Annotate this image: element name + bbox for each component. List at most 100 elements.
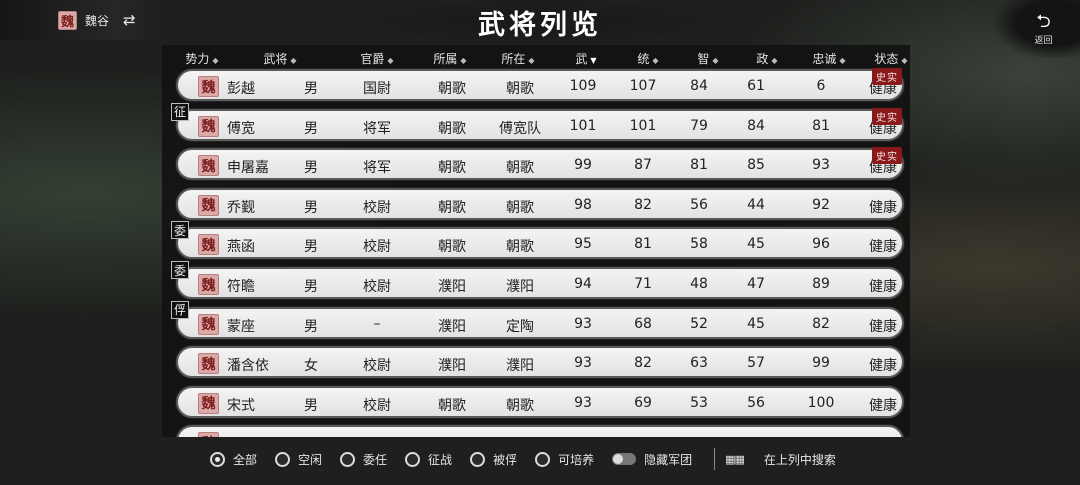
- cell-belong: 朝歌: [438, 397, 466, 414]
- general-name: 乔觐: [227, 199, 255, 216]
- column-header-9[interactable]: 忠诚 ◆: [812, 50, 845, 67]
- filter-label: 征战: [428, 452, 453, 467]
- cell-loyalty: 81: [812, 117, 830, 134]
- faction-seal-icon: 魏: [198, 234, 219, 256]
- faction-seal-icon: 魏: [198, 115, 219, 137]
- column-header-10[interactable]: 状态 ◆: [874, 50, 907, 67]
- cell-zheng: 56: [747, 394, 765, 411]
- cell-zhi: 58: [690, 236, 708, 253]
- cell-gender: 女: [304, 358, 318, 375]
- cell-zheng: 84: [747, 117, 765, 134]
- cell-belong: 朝歌: [438, 120, 466, 137]
- status-tag-icon: 俘: [171, 300, 189, 319]
- cell-wu: 98: [574, 196, 592, 213]
- cell-location: 濮阳: [506, 279, 534, 295]
- general-name: 符瞻: [227, 279, 255, 295]
- cell-gender: 男: [304, 160, 318, 177]
- column-header-label: 状态: [874, 52, 899, 66]
- general-row[interactable]: 魏燕函 男 校尉 朝歌 朝歌 95 81 58 45 96 健康: [176, 227, 904, 260]
- sort-indicator-icon: ◆: [528, 56, 535, 65]
- back-button[interactable]: ⮌ 返回: [995, 0, 1080, 58]
- column-header-2[interactable]: 官爵 ◆: [360, 50, 393, 67]
- column-header-label: 势力: [185, 52, 210, 66]
- general-row[interactable]: 魏宋式 男 校尉 朝歌 朝歌 93 69 53 56 100 健康: [176, 385, 904, 418]
- general-row[interactable]: 魏潘含依 女 校尉 濮阳 濮阳 93 82 63 57 99 健康: [176, 346, 904, 379]
- column-header-6[interactable]: 统 ◆: [637, 50, 658, 67]
- hide-legion-toggle[interactable]: 隐藏军团: [612, 451, 692, 468]
- cell-wu: 109: [569, 78, 597, 94]
- filter-label: 全部: [233, 452, 258, 467]
- cell-belong: 朝歌: [438, 239, 466, 256]
- column-header-label: 忠诚: [812, 52, 837, 66]
- filter-option[interactable]: 空闲: [275, 451, 322, 468]
- general-row[interactable]: 魏符瞻 男 校尉 濮阳 濮阳 94 71 48 47 89 健康: [176, 267, 904, 299]
- radio-button-icon[interactable]: [470, 451, 486, 467]
- column-header-3[interactable]: 所属 ◆: [433, 50, 466, 67]
- cell-rank: 国尉: [363, 81, 391, 97]
- cell-belong: 朝歌: [438, 81, 466, 97]
- cell-loyalty: 6: [816, 78, 826, 94]
- filter-option[interactable]: 全部: [210, 451, 257, 468]
- general-row[interactable]: 魏申屠嘉男将军 朝歌 朝歌 99 87 81 85 93 健康 史实: [176, 147, 904, 181]
- historical-badge: 史实: [872, 107, 902, 125]
- radio-button-icon[interactable]: [535, 451, 551, 467]
- cell-rank: 校尉: [363, 358, 391, 375]
- general-row[interactable]: 魏傅宽男将军 朝歌 傅宽队 101 101 79 84 81 健康 史实: [176, 107, 904, 141]
- sort-indicator-icon: ◆: [460, 56, 467, 65]
- sort-indicator-icon: ◆: [212, 56, 219, 65]
- faction-name: 魏谷: [85, 13, 110, 28]
- cell-wu: 94: [574, 276, 592, 292]
- column-header-7[interactable]: 智 ◆: [697, 50, 718, 67]
- sort-indicator-icon: ◆: [712, 56, 719, 65]
- historical-badge: 史实: [872, 68, 902, 85]
- filter-option[interactable]: 征战: [405, 451, 452, 468]
- column-header-4[interactable]: 所在 ◆: [501, 50, 534, 67]
- cell-location: 濮阳: [506, 358, 534, 375]
- cell-tong: 87: [634, 157, 652, 174]
- radio-button-icon[interactable]: [275, 451, 291, 467]
- cell-status: 健康: [869, 239, 897, 256]
- cell-status: 健康: [869, 358, 897, 375]
- cell-tong: 82: [634, 196, 652, 213]
- cell-belong: 濮阳: [438, 358, 466, 375]
- radio-button-icon[interactable]: [405, 451, 421, 467]
- toggle-switch-icon[interactable]: [612, 453, 637, 465]
- general-row[interactable]: 魏乔觐 男 校尉 朝歌 朝歌 98 82 56 44 92 健康: [176, 187, 904, 220]
- filter-option[interactable]: 被俘: [470, 451, 517, 468]
- general-name: 蒙座: [227, 318, 255, 335]
- cell-zhi: 56: [690, 196, 708, 213]
- column-header-0[interactable]: 势力 ◆: [185, 50, 218, 67]
- cell-status: 健康: [869, 318, 897, 335]
- cell-zhi: 63: [690, 355, 708, 372]
- cell-wu: 101: [569, 117, 597, 134]
- sort-indicator-icon: ◆: [387, 56, 394, 65]
- column-header-label: 智: [697, 52, 710, 66]
- general-row[interactable]: 魏彭越男国尉 朝歌 朝歌 109 107 84 61 6 健康 史实: [176, 68, 904, 101]
- column-header-label: 武: [575, 52, 588, 66]
- search-in-list-button[interactable]: ▦▦ 在上列中搜索: [725, 451, 836, 468]
- sort-indicator-icon: ▼: [590, 56, 597, 65]
- general-row[interactable]: 魏蒙座 男 – 濮阳 定陶 93 68 52 45 82 健康: [176, 306, 904, 339]
- filter-option[interactable]: 委任: [340, 451, 387, 468]
- filter-bar: 全部 空闲 委任 征战 被俘 可培养 隐藏军团 ▦▦ 在上列中搜索: [210, 446, 854, 472]
- cell-zheng: 47: [747, 276, 765, 292]
- faction-badge[interactable]: 魏 魏谷 ⇄: [0, 0, 165, 40]
- column-header-8[interactable]: 政 ◆: [756, 50, 777, 67]
- radio-button-icon[interactable]: [340, 451, 356, 467]
- sort-indicator-icon: ◆: [652, 56, 659, 65]
- cell-tong: 69: [634, 394, 652, 411]
- filter-option[interactable]: 可培养: [535, 451, 594, 468]
- column-header-1[interactable]: 武将 ◆: [263, 50, 296, 67]
- swap-faction-icon[interactable]: ⇄: [123, 11, 136, 29]
- column-header-5[interactable]: 武 ▼: [575, 50, 596, 67]
- cell-gender: 男: [304, 120, 318, 137]
- page-title: 武将列览: [478, 9, 602, 41]
- cell-status: 健康: [869, 279, 897, 295]
- general-row[interactable]: 魏: [176, 425, 904, 437]
- cell-tong: 81: [634, 236, 652, 253]
- cell-rank: 校尉: [363, 239, 391, 256]
- status-tag-icon: 征: [171, 102, 189, 121]
- radio-button-icon[interactable]: [210, 451, 225, 467]
- cell-rank: 将军: [363, 160, 391, 177]
- sort-indicator-icon: ◆: [901, 56, 908, 65]
